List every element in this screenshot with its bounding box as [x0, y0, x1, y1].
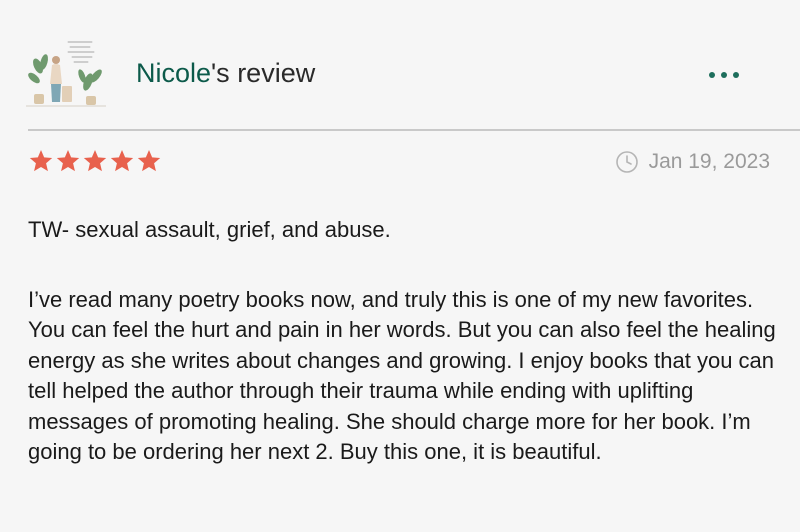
reviewer-name[interactable]: Nicole — [136, 58, 211, 88]
clock-icon — [615, 151, 638, 173]
avatar-illustration-icon — [22, 36, 110, 112]
avatar[interactable] — [22, 36, 110, 112]
star-rating — [28, 148, 162, 174]
review-body: TW- sexual assault, grief, and abuse. I’… — [28, 215, 778, 468]
review-header: Nicole's review — [0, 0, 800, 130]
more-options-button[interactable] — [700, 62, 748, 88]
more-options-icon — [733, 72, 739, 78]
star-icon — [137, 149, 161, 172]
trigger-warning: TW- sexual assault, grief, and abuse. — [28, 217, 391, 242]
review-card: Nicole's review Jan 19, 2023 TW- sexual … — [0, 0, 800, 532]
more-options-icon — [709, 72, 715, 78]
review-title-suffix: 's review — [211, 58, 316, 88]
star-icon — [110, 149, 134, 172]
review-date-wrap: Jan 19, 2023 — [615, 150, 770, 174]
review-text: I’ve read many poetry books now, and tru… — [28, 286, 776, 465]
star-icon — [29, 149, 53, 172]
review-title: Nicole's review — [136, 58, 315, 89]
more-options-icon — [721, 72, 727, 78]
rating-row: Jan 19, 2023 — [28, 148, 788, 188]
review-date: Jan 19, 2023 — [648, 150, 770, 173]
star-icon — [83, 149, 107, 172]
header-divider — [28, 129, 800, 131]
star-icon — [56, 149, 80, 172]
